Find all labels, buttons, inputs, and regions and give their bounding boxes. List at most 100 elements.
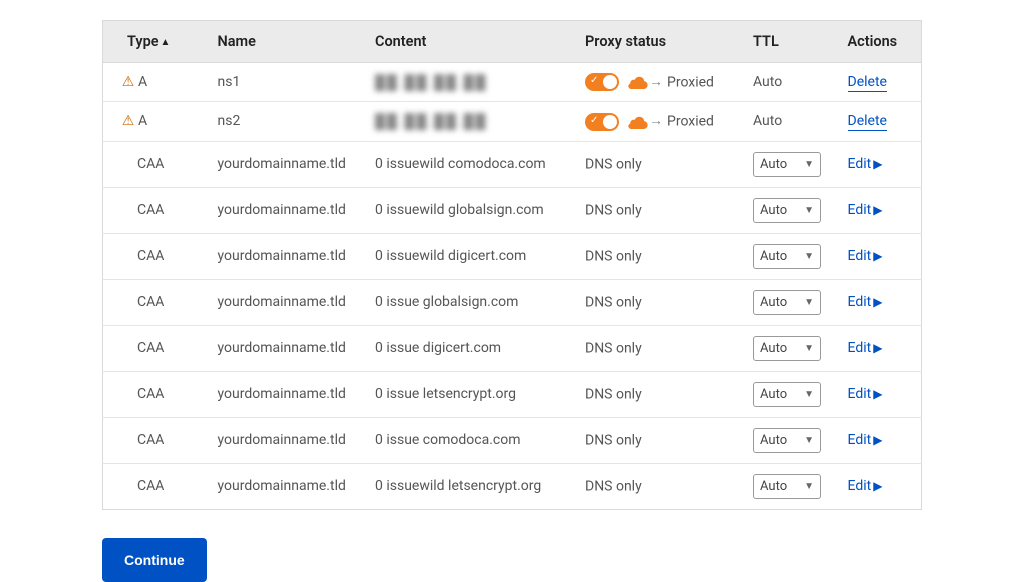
header-type[interactable]: Type▲ [103, 21, 208, 63]
proxy-toggle[interactable]: ✓ [585, 113, 619, 131]
record-type-cell: CAA [103, 371, 208, 417]
record-name-value: yourdomainname.tld [218, 432, 346, 448]
record-type-cell: CAA [103, 279, 208, 325]
dns-records-table: Type▲ Name Content Proxy status TTL Acti… [102, 20, 922, 510]
chevron-down-icon: ▼ [804, 343, 814, 354]
ttl-select[interactable]: Auto ▼ [753, 336, 821, 361]
table-row: CAA yourdomainname.tld 0 issuewild comodoc… [103, 141, 922, 187]
ttl-value: Auto [760, 249, 787, 264]
warning-icon: ⚠ [121, 74, 135, 90]
ttl-cell: Auto ▼ [743, 371, 838, 417]
ttl-cell: Auto▼ [743, 279, 838, 325]
edit-link[interactable]: Edit▶ [848, 202, 883, 218]
proxy-toggle[interactable]: ✓ [585, 73, 619, 91]
header-ttl[interactable]: TTL [743, 21, 838, 63]
actions-cell: Edit▶ [838, 141, 922, 187]
delete-link[interactable]: Delete [848, 74, 887, 92]
chevron-down-icon: ▼ [804, 251, 814, 262]
actions-cell: Edit▶ [838, 417, 922, 463]
record-name-value: ns2 [218, 113, 241, 129]
ttl-select[interactable]: Auto▼ [753, 152, 821, 177]
caret-right-icon: ▶ [873, 433, 882, 447]
record-type-cell: CAA [103, 233, 208, 279]
record-content-cell: 0 issue globalsign.com [365, 279, 575, 325]
ttl-select[interactable]: Auto▼ [753, 290, 821, 315]
record-type-value: CAA [137, 432, 164, 448]
record-type-value: CAA [137, 478, 164, 494]
warning-icon: ⚠ [121, 113, 135, 129]
header-proxy-status[interactable]: Proxy status [575, 21, 743, 63]
cloud-icon [627, 115, 649, 129]
edit-link[interactable]: Edit▶ [848, 294, 883, 310]
caret-right-icon: ▶ [873, 157, 882, 171]
record-content-cell: ██.██.██.██ [365, 102, 575, 141]
proxy-status-label: DNS only [585, 248, 642, 264]
ttl-select[interactable]: Auto▼ [753, 428, 821, 453]
edit-link[interactable]: Edit▶ [848, 386, 883, 402]
ttl-select[interactable]: Auto▼ [753, 198, 821, 223]
record-name-cell: yourdomainname.tld [208, 417, 366, 463]
record-content-cell: 0 issue digicert.com [365, 325, 575, 371]
edit-link[interactable]: Edit▶ [848, 248, 883, 264]
record-name-value: yourdomainname.tld [218, 478, 346, 494]
record-name-cell: ns2 [208, 102, 366, 141]
proxy-status-cell: ✓→Proxied [575, 63, 743, 102]
ttl-cell: Auto▼ [743, 141, 838, 187]
record-type-cell: CAA [103, 141, 208, 187]
record-content-value: 0 issue globalsign.com [375, 294, 518, 310]
proxy-status-cell: ✓→Proxied [575, 102, 743, 141]
record-type-cell: CAA [103, 187, 208, 233]
record-type-value: A [138, 113, 147, 129]
chevron-down-icon: ▼ [804, 205, 814, 216]
header-content[interactable]: Content [365, 21, 575, 63]
ttl-select[interactable]: Auto ▼ [753, 244, 821, 269]
record-name-value: ns1 [218, 74, 241, 90]
record-name-cell: yourdomainname.tld [208, 187, 366, 233]
proxy-status-label: DNS only [585, 202, 642, 218]
record-name-cell: yourdomainname.tld [208, 325, 366, 371]
table-row: CAAyourdomainname.tld0 issuewild digicer… [103, 233, 922, 279]
continue-button[interactable]: Continue [102, 538, 207, 582]
proxy-status-cell: DNS only [575, 233, 743, 279]
record-content-cell: 0 issue comodoca.com [365, 417, 575, 463]
actions-cell: Delete [838, 102, 922, 141]
delete-link[interactable]: Delete [848, 113, 887, 131]
edit-link[interactable]: Edit▶ [848, 340, 883, 356]
actions-cell: Edit▶ [838, 325, 922, 371]
ttl-value: Auto [760, 341, 787, 356]
record-content-value: 0 issue digicert.com [375, 340, 501, 356]
edit-link[interactable]: Edit▶ [848, 156, 883, 172]
record-type-cell: CAA [103, 463, 208, 509]
caret-right-icon: ▶ [873, 249, 882, 263]
record-content-value: 0 issuewild comodoca.com [375, 156, 546, 172]
proxy-status-cell: DNS only [575, 279, 743, 325]
record-type-cell: ⚠A [103, 102, 208, 141]
header-name[interactable]: Name [208, 21, 366, 63]
record-content-masked: ██.██.██.██ [375, 75, 487, 91]
actions-cell: Edit▶ [838, 463, 922, 509]
arrow-right-icon: → [649, 113, 663, 129]
record-type-value: A [138, 74, 147, 90]
ttl-select[interactable]: Auto ▼ [753, 382, 821, 407]
header-actions: Actions [838, 21, 922, 63]
edit-link[interactable]: Edit▶ [848, 478, 883, 494]
chevron-down-icon: ▼ [804, 389, 814, 400]
record-content-cell: 0 issuewild globalsign.com [365, 187, 575, 233]
ttl-value: Auto [760, 387, 787, 402]
caret-right-icon: ▶ [873, 295, 882, 309]
actions-cell: Edit▶ [838, 371, 922, 417]
ttl-cell: Auto ▼ [743, 233, 838, 279]
proxy-status-cell: DNS only [575, 463, 743, 509]
actions-cell: Edit▶ [838, 233, 922, 279]
record-type-cell: ⚠A [103, 63, 208, 102]
record-name-value: yourdomainname.tld [218, 386, 346, 402]
chevron-down-icon: ▼ [804, 481, 814, 492]
edit-link[interactable]: Edit▶ [848, 432, 883, 448]
record-content-cell: ██.██.██.██ [365, 63, 575, 102]
record-name-value: yourdomainname.tld [218, 156, 346, 172]
caret-right-icon: ▶ [873, 341, 882, 355]
proxy-status-cell: DNS only [575, 325, 743, 371]
ttl-select[interactable]: Auto▼ [753, 474, 821, 499]
record-name-cell: yourdomainname.tld [208, 371, 366, 417]
record-name-cell: yourdomainname.tld [208, 233, 366, 279]
